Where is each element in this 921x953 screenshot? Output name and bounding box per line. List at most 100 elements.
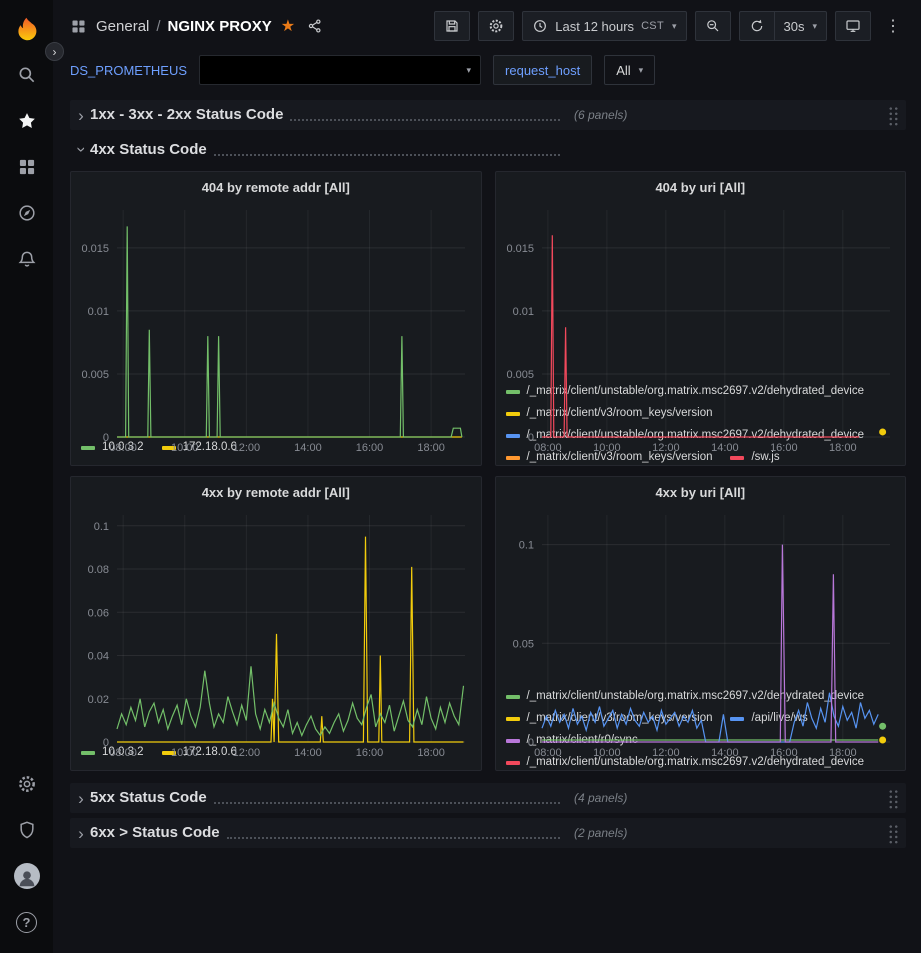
top-navbar: General / NGINX PROXY ★ Last 12 hours CS… <box>53 0 921 52</box>
help-icon[interactable]: ? <box>5 899 49 945</box>
share-icon[interactable] <box>307 18 323 34</box>
svg-text:10:00: 10:00 <box>171 747 199 759</box>
sidebar-top-group <box>5 6 49 282</box>
caret-down-icon: ▾ <box>467 65 472 76</box>
refresh-button[interactable] <box>739 11 774 41</box>
chevron-right-icon: › <box>72 790 90 807</box>
admin-shield-icon[interactable] <box>5 807 49 853</box>
monitor-icon <box>845 18 861 34</box>
svg-text:0.1: 0.1 <box>518 540 533 552</box>
main-area: General / NGINX PROXY ★ Last 12 hours CS… <box>53 0 921 953</box>
panel-chart: 08:0010:0012:0014:0016:0018:0000.0050.01… <box>71 202 481 434</box>
svg-text:10:00: 10:00 <box>593 442 621 454</box>
row-header-6xx[interactable]: › 6xx > Status Code (2 panels) <box>70 818 906 848</box>
row-header-5xx[interactable]: › 5xx Status Code (4 panels) <box>70 783 906 813</box>
settings-gear-icon[interactable] <box>5 761 49 807</box>
svg-text:18:00: 18:00 <box>829 442 857 454</box>
time-range-picker[interactable]: Last 12 hours CST ▾ <box>522 11 686 41</box>
panel-title[interactable]: 404 by remote addr [All] <box>71 172 481 202</box>
sidebar-expand-button[interactable]: › <box>45 42 64 61</box>
variable-label-ds-prometheus[interactable]: DS_PROMETHEUS <box>70 63 187 78</box>
row-panel-count: (6 panels) <box>574 108 627 122</box>
svg-text:0.005: 0.005 <box>506 369 534 381</box>
svg-text:12:00: 12:00 <box>652 747 680 759</box>
zoom-out-icon <box>705 18 721 34</box>
tv-mode-button[interactable] <box>835 11 871 41</box>
save-dashboard-button[interactable] <box>434 11 470 41</box>
row-panel-count: (4 panels) <box>574 791 627 805</box>
chevron-down-icon: › <box>73 140 90 158</box>
refresh-interval-label: 30s <box>784 19 805 34</box>
legend-swatch <box>506 456 520 460</box>
dashboards-icon[interactable] <box>5 144 49 190</box>
drag-handle-icon[interactable] <box>887 823 898 844</box>
svg-text:18:00: 18:00 <box>417 442 445 454</box>
svg-text:0: 0 <box>103 737 109 749</box>
svg-text:16:00: 16:00 <box>770 747 798 759</box>
svg-text:0.015: 0.015 <box>506 243 534 255</box>
svg-text:12:00: 12:00 <box>652 442 680 454</box>
row-dots-leader <box>290 119 560 121</box>
row-title: 1xx - 3xx - 2xx Status Code <box>90 100 283 130</box>
starred-dashboards-icon[interactable] <box>5 98 49 144</box>
chevron-right-icon: › <box>72 107 90 124</box>
explore-compass-icon[interactable] <box>5 190 49 236</box>
question-mark-icon: ? <box>16 912 37 933</box>
drag-handle-icon[interactable] <box>887 105 898 126</box>
panel-404-by-remote-addr: 404 by remote addr [All] 08:0010:0012:00… <box>70 171 482 466</box>
panel-title[interactable]: 4xx by uri [All] <box>496 477 906 507</box>
svg-text:0: 0 <box>527 432 533 444</box>
legend-swatch <box>506 761 520 765</box>
caret-down-icon: ▾ <box>672 21 677 32</box>
panel-4xx-by-uri: 4xx by uri [All] 08:0010:0012:0014:0016:… <box>495 476 907 771</box>
svg-text:16:00: 16:00 <box>770 442 798 454</box>
variable-label-text: request_host <box>505 63 580 78</box>
panel-4xx-by-remote-addr: 4xx by remote addr [All] 08:0010:0012:00… <box>70 476 482 771</box>
grafana-logo[interactable] <box>5 6 49 52</box>
zoom-out-button[interactable] <box>695 11 731 41</box>
dashboard-title[interactable]: NGINX PROXY <box>168 18 272 35</box>
svg-text:16:00: 16:00 <box>356 747 384 759</box>
svg-text:0.08: 0.08 <box>88 564 109 576</box>
apps-grid-icon <box>70 18 87 35</box>
gear-icon <box>488 18 504 34</box>
refresh-interval-dropdown[interactable]: 30s ▾ <box>774 11 828 41</box>
row-dots-leader <box>214 154 560 156</box>
variables-bar: DS_PROMETHEUS ▾ request_host All ▾ <box>53 52 921 95</box>
user-avatar[interactable] <box>5 853 49 899</box>
panel-chart: 08:0010:0012:0014:0016:0018:0000.0050.01… <box>496 202 906 378</box>
caret-down-icon: ▾ <box>812 21 817 32</box>
timezone-label: CST <box>641 20 664 32</box>
svg-text:18:00: 18:00 <box>829 747 857 759</box>
chevron-right-icon: › <box>72 825 90 842</box>
svg-text:16:00: 16:00 <box>356 442 384 454</box>
time-range-label: Last 12 hours <box>555 19 634 34</box>
panel-title[interactable]: 4xx by remote addr [All] <box>71 477 481 507</box>
variable-value-request-host[interactable]: All ▾ <box>604 55 655 85</box>
refresh-button-group: 30s ▾ <box>739 11 828 41</box>
kebab-menu-icon[interactable]: ⋮ <box>879 16 907 36</box>
sidebar-bottom-group: ? <box>5 761 49 945</box>
chevron-right-icon: › <box>53 46 57 58</box>
panel-title[interactable]: 404 by uri [All] <box>496 172 906 202</box>
svg-text:14:00: 14:00 <box>711 442 739 454</box>
drag-handle-icon[interactable] <box>887 788 898 809</box>
variable-label-request-host[interactable]: request_host <box>493 55 592 85</box>
svg-text:14:00: 14:00 <box>294 442 322 454</box>
dashboard-settings-button[interactable] <box>478 11 514 41</box>
variable-value-ds-prometheus[interactable]: ▾ <box>199 55 481 85</box>
row-header-4xx[interactable]: › 4xx Status Code <box>70 135 906 165</box>
alerting-bell-icon[interactable] <box>5 236 49 282</box>
favorite-star-icon[interactable]: ★ <box>281 16 295 36</box>
row-header-1xx-3xx-2xx[interactable]: › 1xx - 3xx - 2xx Status Code (6 panels) <box>70 100 906 130</box>
svg-text:12:00: 12:00 <box>233 747 261 759</box>
panel-chart: 08:0010:0012:0014:0016:0018:0000.020.040… <box>71 507 481 739</box>
row-title-wrap: 5xx Status Code <box>90 783 560 813</box>
breadcrumb-folder[interactable]: General <box>96 18 149 35</box>
svg-text:14:00: 14:00 <box>711 747 739 759</box>
search-icon[interactable] <box>5 52 49 98</box>
panel-grid-4xx: 404 by remote addr [All] 08:0010:0012:00… <box>70 171 906 771</box>
row-dots-leader <box>227 837 560 839</box>
avatar-image <box>14 863 40 889</box>
row-dots-leader <box>214 802 560 804</box>
